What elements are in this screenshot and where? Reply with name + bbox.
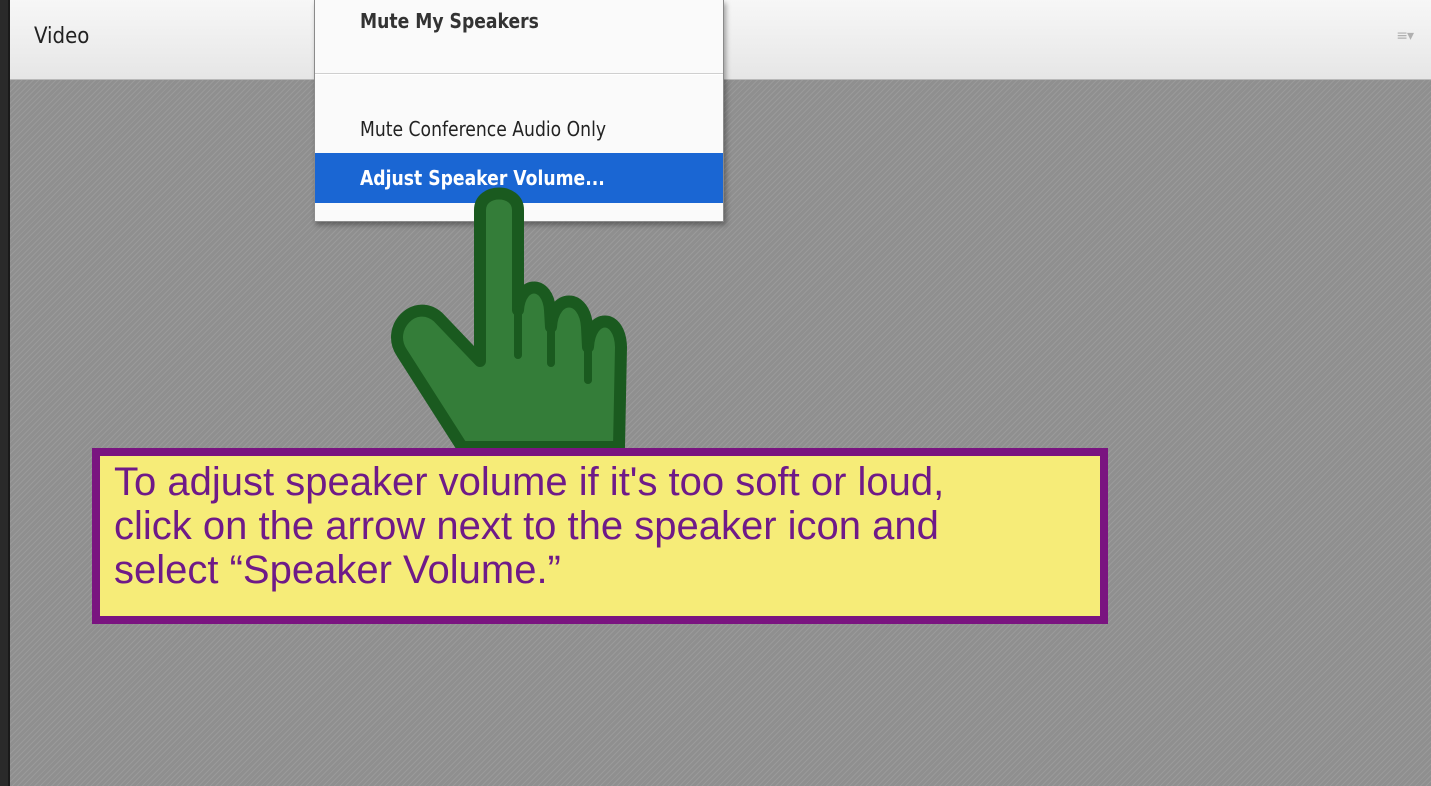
pod-title: Video: [34, 24, 90, 49]
menu-lines-icon[interactable]: ≡▾: [1396, 28, 1414, 44]
menu-item-mute-my-speakers[interactable]: Mute My Speakers: [315, 0, 723, 46]
callout-text: To adjust speaker volume if it's too sof…: [114, 460, 945, 592]
menu-item-mute-conference-audio[interactable]: Mute Conference Audio Only: [315, 104, 723, 154]
instruction-callout: To adjust speaker volume if it's too sof…: [92, 448, 1108, 624]
menu-item-label: Mute Conference Audio Only: [360, 117, 607, 141]
menu-separator: [315, 73, 723, 75]
menu-item-label: Mute My Speakers: [360, 9, 539, 33]
pointing-hand-icon: [391, 187, 627, 453]
